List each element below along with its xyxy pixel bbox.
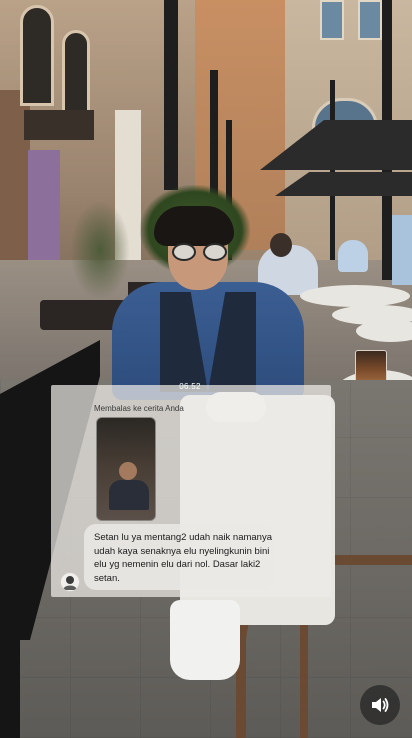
avatar-icon bbox=[63, 576, 77, 590]
sunglasses-lens bbox=[203, 243, 227, 261]
person-shoe bbox=[170, 600, 240, 680]
story-background-photo bbox=[0, 0, 412, 738]
plant bbox=[70, 200, 130, 300]
lamp-post bbox=[330, 80, 335, 260]
shop-window bbox=[28, 150, 60, 270]
patron-head bbox=[270, 233, 292, 257]
reply-label: Membalas ke cerita Anda bbox=[94, 404, 184, 413]
story-thumbnail[interactable] bbox=[96, 417, 156, 521]
lamp-post bbox=[164, 0, 178, 190]
patron bbox=[338, 240, 368, 272]
sunglasses-lens bbox=[172, 243, 196, 261]
user-avatar[interactable] bbox=[60, 572, 80, 592]
window bbox=[320, 0, 344, 40]
shop-sign bbox=[24, 110, 94, 140]
thumbnail-face bbox=[119, 462, 137, 480]
sound-toggle-button[interactable] bbox=[360, 685, 400, 725]
thumbnail-body bbox=[109, 480, 149, 510]
arched-window bbox=[20, 5, 54, 106]
person-hair bbox=[154, 206, 234, 246]
message-text: Setan lu ya mentang2 udah naik namanya u… bbox=[94, 532, 272, 584]
speaker-icon bbox=[372, 698, 389, 712]
cafe-table bbox=[300, 285, 410, 307]
timestamp: 06.52 bbox=[179, 382, 201, 391]
window bbox=[358, 0, 382, 40]
patron bbox=[392, 215, 412, 285]
railing-post bbox=[0, 600, 20, 738]
